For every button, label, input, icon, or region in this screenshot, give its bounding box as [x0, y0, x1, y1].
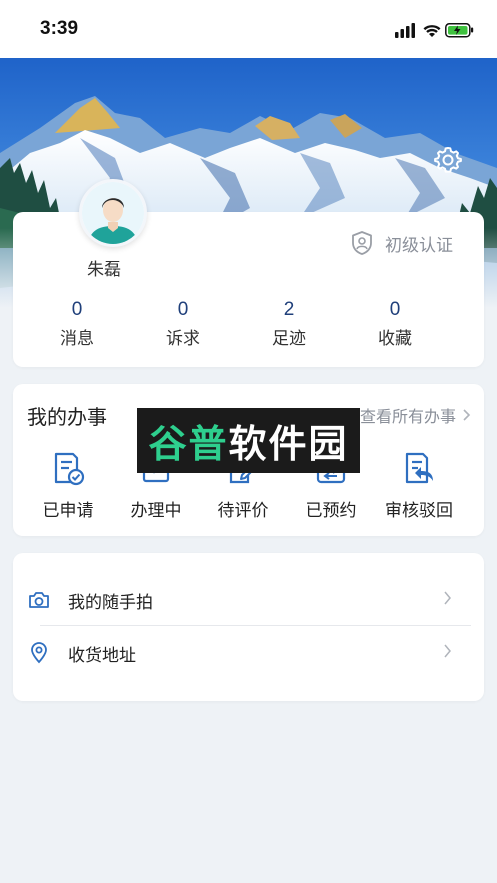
stat-value: 0 — [177, 299, 189, 320]
menu-item-address[interactable]: 收货地址 — [27, 633, 472, 673]
chevron-right-icon — [444, 591, 451, 605]
menu-card — [13, 553, 484, 701]
stat-value: 2 — [283, 299, 295, 320]
status-time: 3:39 — [40, 18, 79, 39]
certification-badge[interactable]: 初级认证 — [349, 230, 453, 256]
status-icons — [395, 20, 475, 40]
stat-label: 足迹 — [272, 329, 306, 349]
user-name: 朱磊 — [87, 260, 121, 280]
my-tasks-title: 我的办事 — [27, 405, 107, 429]
stat-footprints[interactable]: 2 足迹 — [239, 298, 339, 349]
battery-icon — [445, 23, 474, 38]
location-pin-icon — [27, 641, 51, 665]
settings-button[interactable] — [428, 140, 468, 180]
task-label: 已申请 — [42, 501, 94, 521]
watermark-part2: 软件园 — [228, 422, 349, 466]
task-label: 审核驳回 — [385, 501, 453, 521]
stat-value: 0 — [71, 299, 83, 320]
stat-label: 消息 — [60, 329, 94, 349]
view-all-tasks-label: 查看所有办事 — [359, 407, 456, 426]
menu-item-label: 我的随手拍 — [68, 592, 153, 613]
task-applied[interactable]: 已申请 — [23, 450, 113, 521]
rejected-icon — [374, 450, 464, 488]
stat-appeals[interactable]: 0 诉求 — [133, 298, 233, 349]
applied-doc-icon — [23, 450, 113, 488]
wifi-icon — [423, 25, 441, 37]
chevron-right-icon — [463, 409, 471, 421]
stat-value: 0 — [389, 299, 401, 320]
stat-label: 收藏 — [378, 329, 412, 349]
avatar[interactable] — [79, 179, 147, 247]
menu-item-label: 收货地址 — [68, 645, 136, 666]
profile-stats: 0 消息 0 诉求 2 足迹 0 收藏 — [13, 298, 484, 352]
task-rejected[interactable]: 审核驳回 — [374, 450, 464, 521]
camera-icon — [27, 588, 51, 612]
task-label: 办理中 — [130, 501, 182, 521]
signal-icon — [395, 23, 415, 38]
stat-messages[interactable]: 0 消息 — [27, 298, 127, 349]
stat-label: 诉求 — [166, 329, 200, 349]
watermark-part1: 谷普 — [148, 422, 229, 466]
menu-item-snapshot[interactable]: 我的随手拍 — [27, 580, 472, 620]
chevron-right-icon — [444, 644, 451, 658]
task-label: 待评价 — [217, 501, 269, 521]
view-all-tasks-link[interactable]: 查看所有办事 — [360, 403, 471, 427]
certification-label: 初级认证 — [385, 235, 453, 256]
shield-icon — [352, 231, 372, 255]
status-bar: 3:39 — [0, 0, 497, 58]
watermark-logo: 谷普 软件园 — [137, 408, 360, 473]
stat-favorites[interactable]: 0 收藏 — [345, 298, 445, 349]
menu-divider — [40, 625, 471, 626]
task-label: 已预约 — [305, 501, 357, 521]
gear-icon — [434, 147, 462, 173]
